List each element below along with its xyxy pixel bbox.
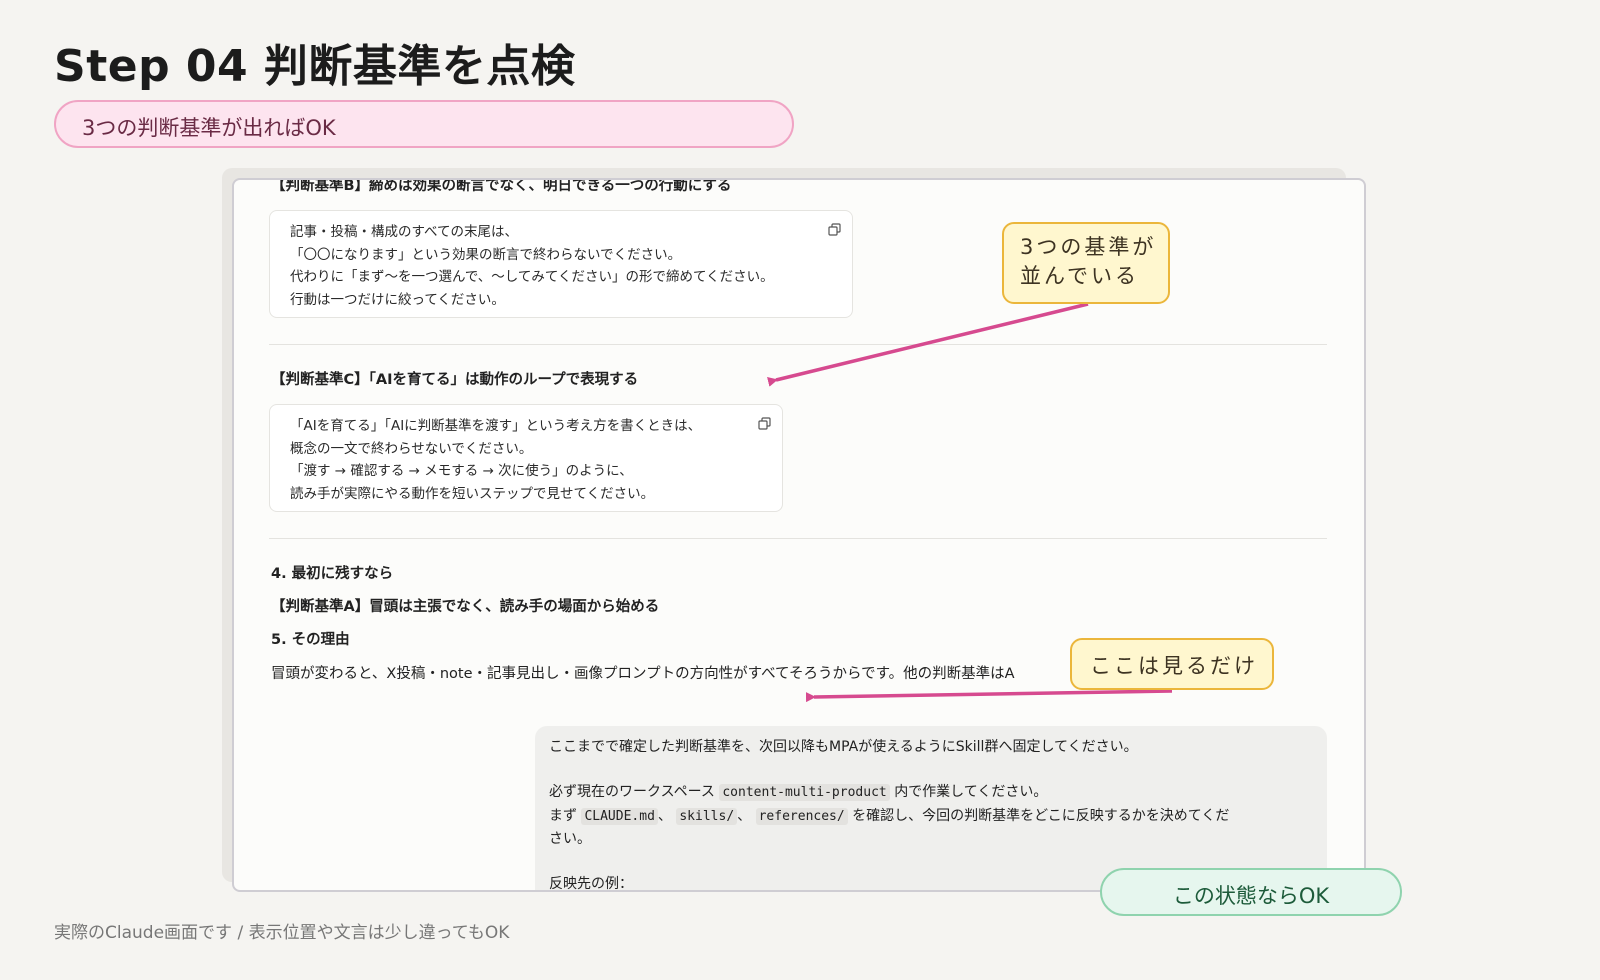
- callout-look-only: ここは見るだけ: [1070, 638, 1274, 690]
- callout-line: 3つの基準が: [1020, 235, 1157, 259]
- code-line: 「〇〇になります」という効果の断言で終わらないでください。: [290, 246, 682, 263]
- user-message-line: ここまでで確定した判断基準を、次回以降もMPAが使えるようにSkill群へ固定し…: [549, 739, 1138, 755]
- item-5-heading: 5. その理由: [271, 632, 350, 648]
- copy-icon[interactable]: [758, 417, 771, 430]
- user-message-line: さい。: [549, 831, 591, 847]
- code-line: 「AIを育てる」「AIに判断基準を渡す」という考え方を書くときは、: [290, 418, 702, 434]
- text: 内で作業してください。: [894, 784, 1048, 800]
- text: 、: [737, 807, 752, 824]
- inline-code: references/: [755, 807, 848, 825]
- text: まず: [549, 807, 577, 824]
- text: を確認し、今回の判断基準をどこに反映するかを決めてくだ: [852, 807, 1230, 824]
- code-line: 「渡す → 確認する → メモする → 次に使う」のように、: [290, 463, 633, 479]
- divider: [269, 538, 1327, 539]
- code-line: 記事・投稿・構成のすべての末尾は、: [290, 224, 519, 240]
- callout-line: 並んでいる: [1020, 264, 1139, 288]
- code-line: 読み手が実際にやる動作を短いステップで見せてください。: [290, 485, 655, 502]
- footnote: 実際のClaude画面です / 表示位置や文言は少し違ってもOK: [54, 923, 510, 943]
- claude-screenshot-frame: 【判断基準B】締めは効果の断言でなく、明日できる一つの行動にする 記事・投稿・構…: [232, 178, 1366, 892]
- user-message-line: 必ず現在のワークスペース content-multi-product 内で作業し…: [549, 781, 1327, 805]
- criterion-c-heading: 【判断基準C】「AIを育てる」は動作のループで表現する: [271, 372, 639, 388]
- criterion-b-codeblock: 記事・投稿・構成のすべての末尾は、 「〇〇になります」という効果の断言で終わらな…: [269, 210, 853, 318]
- inline-code: content-multi-product: [719, 784, 890, 801]
- criterion-b-heading: 【判断基準B】締めは効果の断言でなく、明日できる一つの行動にする: [271, 178, 732, 194]
- criterion-c-codeblock: 「AIを育てる」「AIに判断基準を渡す」という考え方を書くときは、 概念の一文で…: [269, 404, 783, 512]
- copy-icon[interactable]: [828, 223, 841, 236]
- code-line: 概念の一文で終わらせないでください。: [290, 440, 533, 457]
- callout-three-criteria: 3つの基準が 並んでいる: [1002, 222, 1170, 304]
- item-5-body: 冒頭が変わると、X投稿・note・記事見出し・画像プロンプトの方向性がすべてそろ…: [271, 666, 1015, 682]
- user-message-line: まず CLAUDE.md、 skills/、 references/ を確認し、…: [549, 805, 1327, 829]
- text: 、: [657, 807, 672, 824]
- page-title: Step 04 判断基準を点検: [54, 41, 576, 92]
- text: 必ず現在のワークスペース: [549, 784, 715, 800]
- ok-badge: この状態ならOK: [1100, 868, 1402, 916]
- item-4-heading: 4. 最初に残すなら: [271, 566, 394, 582]
- inline-code: CLAUDE.md: [581, 807, 658, 825]
- divider: [269, 344, 1327, 345]
- code-line: 代わりに「まず〜を一つ選んで、〜してみてください」の形で締めてください。: [290, 269, 774, 285]
- code-line: 行動は一つだけに絞ってください。: [290, 291, 505, 308]
- subtitle-badge: 3つの判断基準が出ればOK: [54, 100, 794, 148]
- inline-code: skills/: [676, 807, 738, 825]
- item-4-body: 【判断基準A】冒頭は主張でなく、読み手の場面から始める: [271, 599, 660, 615]
